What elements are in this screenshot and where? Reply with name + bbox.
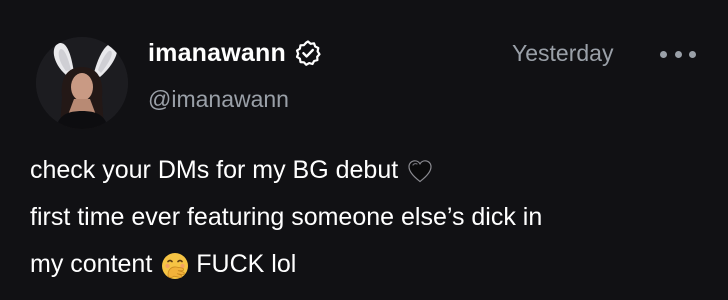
post-card[interactable]: imanawann @imanawann Yesterday check you…: [0, 0, 728, 300]
post-body: check your DMs for my BG debut first tim…: [30, 147, 710, 288]
black-heart-icon: [406, 157, 434, 185]
post-text: check your DMs for my BG debut: [30, 156, 399, 184]
post-line: check your DMs for my BG debut: [30, 147, 710, 194]
more-horizontal-icon-dot: [689, 50, 696, 58]
avatar-image: [36, 37, 128, 129]
timestamp[interactable]: Yesterday: [512, 40, 613, 67]
post-text: FUCK lol: [196, 250, 297, 278]
post-text: first time ever featuring someone else’s…: [30, 203, 543, 231]
post-text: my content: [30, 250, 153, 278]
user-info: imanawann @imanawann: [148, 36, 322, 113]
verified-badge-icon: [294, 39, 322, 67]
more-options-button[interactable]: [660, 46, 696, 62]
post-line: my content FUCK lol: [30, 241, 710, 288]
user-handle[interactable]: @imanawann: [148, 86, 322, 113]
avatar[interactable]: [36, 37, 128, 129]
more-horizontal-icon: [660, 50, 667, 58]
display-name[interactable]: imanawann: [148, 39, 286, 68]
post-line: first time ever featuring someone else’s…: [30, 194, 710, 241]
more-horizontal-icon-dot: [674, 50, 682, 58]
display-name-row: imanawann: [148, 36, 322, 70]
hand-over-mouth-face-icon: [160, 251, 189, 279]
